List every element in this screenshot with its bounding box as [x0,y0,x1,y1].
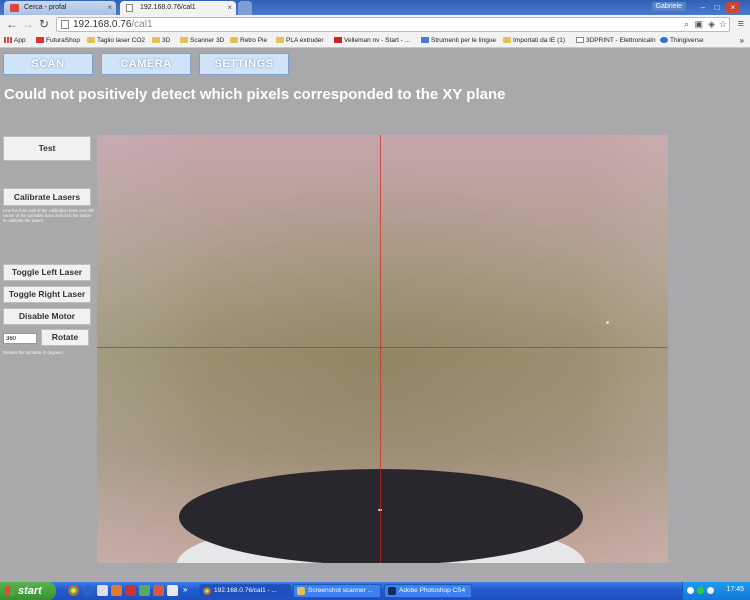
background-speck [606,321,609,324]
acrobat-icon[interactable] [153,585,164,596]
bookmark-3dprint[interactable]: 3DPRINT - ElettronicaIn [576,37,656,44]
thingiverse-icon [660,37,668,43]
rotate-button[interactable]: Rotate [41,329,89,346]
bookmark-thingiverse[interactable]: Thingiverse [660,37,704,44]
mail-icon [10,4,19,12]
bookmark-folder[interactable]: Retro Pie [230,37,267,44]
turntable [179,469,583,563]
start-button[interactable]: start [0,582,56,600]
bookmark-folder[interactable]: PLA extruder [276,37,324,44]
disable-motor-button[interactable]: Disable Motor [3,308,91,325]
toggle-right-laser-button[interactable]: Toggle Right Laser [3,286,91,303]
photoshop-icon [388,587,396,595]
settings-tab-button[interactable]: SETTINGS [199,53,289,75]
page-icon [61,20,69,29]
network-icon[interactable] [697,587,704,594]
windows-logo-icon [5,586,15,596]
back-arrow-icon[interactable]: ← [6,17,18,31]
camera-feed [97,135,668,563]
quicklaunch-more-icon[interactable]: » [183,585,189,596]
forward-arrow-icon[interactable]: → [22,17,34,31]
crosshair-horizontal [97,347,668,348]
test-button[interactable]: Test [3,136,91,161]
folder-icon [180,37,188,43]
taskbar-window-photoshop[interactable]: Adobe Photoshop CS4 [384,584,472,598]
zoom-icon[interactable]: ⌕ [684,19,689,30]
taskbar-window-explorer[interactable]: Screenshot scanner ... [293,584,381,598]
desktop-icon[interactable] [97,585,108,596]
taskbar-window-chrome[interactable]: 192.168.0.76/cal1 - ... [199,584,291,598]
translate-icon[interactable]: ▣ [694,19,703,30]
firefox-icon[interactable] [111,585,122,596]
tab-title: Cerca - profal [24,4,67,11]
tab-cerca[interactable]: Cerca - profal × [4,1,116,15]
clock: 17:45 [726,586,744,593]
bookmark-folder[interactable]: Importati da IE (1) [503,37,565,44]
ie-icon[interactable] [83,585,94,596]
chrome-icon [203,587,211,595]
folder-icon [230,37,238,43]
shop-icon [36,37,44,43]
reload-icon[interactable]: ↻ [39,17,49,31]
bookmark-strumenti[interactable]: Strumenti per le lingue [421,37,496,44]
folder-icon [297,587,305,595]
app-icon[interactable] [139,585,150,596]
close-tab-icon[interactable]: × [107,3,112,12]
status-message: Could not positively detect which pixels… [4,86,506,103]
toggle-left-laser-button[interactable]: Toggle Left Laser [3,264,91,281]
url-text[interactable]: 192.168.0.76/cal1 [73,19,153,30]
page-icon [126,4,133,12]
extension-icon[interactable]: ◈ [708,19,715,30]
bookmarks-bar: App FuturaShop Taglio laser CO2 3D Scann… [0,34,750,48]
crosshair-vertical [380,135,381,563]
camera-tab-button[interactable]: CAMERA [101,53,191,75]
address-bar[interactable]: 192.168.0.76/cal1 ⌕ ▣ ◈ ☆ [56,17,730,32]
pdf-icon[interactable] [125,585,136,596]
back-arrow-tray-icon[interactable] [687,587,694,594]
tab-title: 192.168.0.76/cal1 [140,4,196,11]
scan-tab-button[interactable]: SCAN [3,53,93,75]
bookmark-velleman[interactable]: Velleman nv - Start - ... [334,37,410,44]
new-tab-button[interactable] [238,1,252,15]
page-icon [576,37,584,43]
rotate-degrees-input[interactable] [3,333,37,344]
folder-icon [152,37,160,43]
browser-toolbar: ← → ↻ 192.168.0.76/cal1 ⌕ ▣ ◈ ☆ ≡ [0,15,750,34]
calibrate-hint-text: Line the front wall of the calibration b… [3,208,95,223]
folder-icon [276,37,284,43]
app-icon[interactable] [167,585,178,596]
folder-icon [503,37,511,43]
close-tab-icon[interactable]: × [227,3,232,12]
folder-icon [87,37,95,43]
user-profile-button[interactable]: Gabriele [651,2,686,11]
bookmark-app[interactable]: App [4,37,26,44]
bookmark-folder[interactable]: Scanner 3D [180,37,224,44]
translate-icon [421,37,429,43]
menu-icon[interactable]: ≡ [738,18,744,30]
rotate-hint-text: Rotates the turntable in degrees. [3,350,64,355]
browser-title-bar: Cerca - profal × 192.168.0.76/cal1 × Gab… [0,0,750,15]
bookmark-futurashop[interactable]: FuturaShop [36,37,80,44]
maximize-icon[interactable]: □ [710,2,724,13]
bookmark-folder[interactable]: Taglio laser CO2 [87,37,145,44]
calibrate-lasers-button[interactable]: Calibrate Lasers [3,188,91,206]
bookmark-star-icon[interactable]: ☆ [719,19,727,30]
tab-cal1[interactable]: 192.168.0.76/cal1 × [120,1,236,15]
minimize-icon[interactable]: – [696,2,710,13]
more-bookmarks-icon[interactable]: » [740,36,744,45]
velleman-icon [334,37,342,43]
volume-icon[interactable] [707,587,714,594]
apps-grid-icon [4,37,12,43]
chrome-icon[interactable] [68,585,79,596]
close-window-icon[interactable]: × [726,2,740,13]
windows-taskbar: start » 192.168.0.76/cal1 - ... Screensh… [0,582,750,600]
bookmark-folder[interactable]: 3D [152,37,170,44]
